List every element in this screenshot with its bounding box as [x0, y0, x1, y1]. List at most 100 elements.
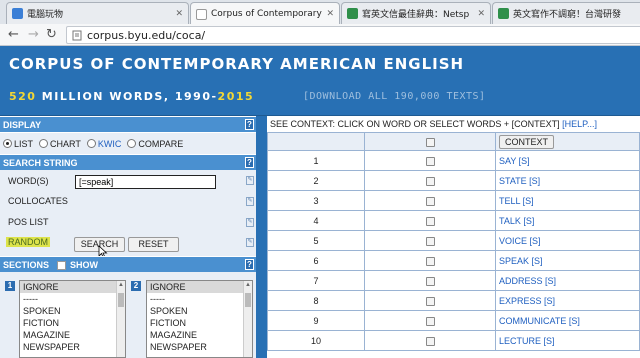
section-list-1[interactable]: IGNORE ----- SPOKEN FICTION MAGAZINE NEW… — [19, 280, 126, 358]
radio-compare[interactable] — [127, 139, 137, 148]
context-instruction-bar: SEE CONTEXT: CLICK ON WORD OR SELECT WOR… — [267, 116, 640, 132]
site-favicon-icon — [347, 8, 358, 19]
sections-heading-label: SECTIONS — [3, 260, 50, 270]
help-icon[interactable]: ? — [245, 119, 254, 130]
page-info-icon[interactable] — [72, 30, 82, 41]
row-checkbox[interactable] — [425, 216, 435, 226]
words-input[interactable]: [=speak] — [75, 175, 216, 189]
row-checkbox[interactable] — [425, 236, 435, 246]
table-row: 7 ADDRESS [S] — [267, 270, 640, 291]
list-item[interactable]: MAGAZINE — [20, 329, 125, 341]
row-word-link[interactable]: SPEAK [S] — [495, 250, 640, 271]
row-word-link[interactable]: LECTURE [S] — [495, 330, 640, 351]
help-icon[interactable]: ? — [245, 157, 254, 168]
row-checkbox[interactable] — [425, 336, 435, 346]
row-checkbox[interactable] — [425, 316, 435, 326]
table-row: 5 VOICE [S] — [267, 230, 640, 251]
edit-icon[interactable]: ✎ — [246, 238, 254, 247]
radio-kwic-label[interactable]: KWIC — [98, 139, 122, 149]
browser-tab-1[interactable]: 電腦玩物 ✕ — [6, 2, 189, 24]
list-item[interactable]: FICTION — [20, 317, 125, 329]
row-word-link[interactable]: ADDRESS [S] — [495, 270, 640, 291]
reload-icon[interactable]: ↻ — [46, 27, 57, 42]
row-word-link[interactable]: STATE [S] — [495, 170, 640, 191]
browser-tab-3[interactable]: 寫英文信最佳辭典：Netsp ✕ — [341, 2, 491, 24]
row-checkbox-cell — [364, 290, 496, 311]
radio-kwic[interactable] — [86, 139, 96, 148]
radio-chart-label[interactable]: CHART — [50, 139, 81, 149]
row-word-link[interactable]: TELL [S] — [495, 190, 640, 211]
scroll-up-icon[interactable]: ▲ — [244, 281, 252, 290]
frame-divider[interactable] — [256, 116, 267, 358]
collocates-label[interactable]: COLLOCATES — [8, 196, 68, 206]
pos-list-label[interactable]: POS LIST — [8, 217, 49, 227]
close-icon[interactable]: ✕ — [477, 9, 485, 19]
row-checkbox[interactable] — [425, 296, 435, 306]
row-checkbox[interactable] — [425, 176, 435, 186]
row-word-link[interactable]: TALK [S] — [495, 210, 640, 231]
list-item[interactable]: NEWSPAPER — [20, 341, 125, 353]
context-button[interactable]: CONTEXT — [499, 134, 555, 149]
list-item[interactable]: ----- — [147, 293, 252, 305]
scroll-thumb[interactable] — [118, 293, 124, 307]
edit-icon[interactable]: ✎ — [246, 197, 254, 206]
section-list-2[interactable]: IGNORE ----- SPOKEN FICTION MAGAZINE NEW… — [146, 280, 253, 358]
list-item[interactable]: SPOKEN — [147, 305, 252, 317]
list-item[interactable]: SPOKEN — [20, 305, 125, 317]
scrollbar[interactable]: ▲ — [243, 281, 252, 357]
help-link[interactable]: [HELP...] — [562, 119, 597, 129]
scroll-thumb[interactable] — [245, 293, 251, 307]
list-item[interactable]: IGNORE — [147, 281, 252, 293]
sections-heading: SECTIONS SHOW ? — [0, 256, 256, 272]
browser-tab-2[interactable]: Corpus of Contemporary ✕ — [190, 2, 340, 25]
words-label: WORD(S) — [8, 176, 49, 186]
forward-arrow-icon[interactable]: → — [28, 27, 39, 42]
site-subtitle: 520 MILLION WORDS, 1990-2015 — [9, 90, 254, 103]
row-word-link[interactable]: VOICE [S] — [495, 230, 640, 251]
subtitle-text: MILLION WORDS, 1990- — [36, 90, 218, 103]
row-checkbox-cell — [364, 230, 496, 251]
site-header: CORPUS OF CONTEMPORARY AMERICAN ENGLISH … — [0, 46, 640, 116]
row-checkbox[interactable] — [425, 196, 435, 206]
tab-label: 英文寫作不調窮！台灣研發 — [513, 10, 622, 20]
list-item[interactable]: IGNORE — [20, 281, 125, 293]
random-link[interactable]: RANDOM — [6, 237, 50, 247]
browser-tab-4[interactable]: 英文寫作不調窮！台灣研發 — [492, 2, 640, 24]
download-link[interactable]: [DOWNLOAD ALL 190,000 TEXTS] — [303, 91, 486, 102]
row-checkbox-cell — [364, 150, 496, 171]
list-item[interactable]: MAGAZINE — [147, 329, 252, 341]
row-number: 8 — [267, 290, 365, 311]
blogger-favicon-icon — [12, 8, 23, 19]
edit-icon[interactable]: ✎ — [246, 176, 254, 185]
reset-button[interactable]: RESET — [128, 237, 179, 252]
row-number: 4 — [267, 210, 365, 231]
radio-chart[interactable] — [39, 139, 49, 148]
address-bar[interactable]: corpus.byu.edu/coca/ — [66, 26, 640, 44]
list-item[interactable]: NEWSPAPER — [147, 341, 252, 353]
row-checkbox[interactable] — [425, 256, 435, 266]
row-checkbox-cell — [364, 210, 496, 231]
row-checkbox[interactable] — [425, 156, 435, 166]
select-all-checkbox[interactable] — [425, 137, 435, 147]
row-word-link[interactable]: SAY [S] — [495, 150, 640, 171]
scroll-up-icon[interactable]: ▲ — [117, 281, 125, 290]
scrollbar[interactable]: ▲ — [116, 281, 125, 357]
list-item[interactable]: FICTION — [147, 317, 252, 329]
list-item[interactable]: ----- — [20, 293, 125, 305]
help-icon[interactable]: ? — [245, 259, 254, 270]
radio-compare-label[interactable]: COMPARE — [138, 139, 183, 149]
close-icon[interactable]: ✕ — [175, 9, 183, 19]
row-word-link[interactable]: COMMUNICATE [S] — [495, 310, 640, 331]
back-arrow-icon[interactable]: ← — [8, 27, 19, 42]
row-word-link[interactable]: EXPRESS [S] — [495, 290, 640, 311]
row-checkbox[interactable] — [425, 276, 435, 286]
close-icon[interactable]: ✕ — [326, 9, 334, 19]
show-sections-checkbox[interactable] — [57, 261, 67, 271]
tab-label: 寫英文信最佳辭典：Netsp — [362, 10, 470, 20]
edit-icon[interactable]: ✎ — [246, 218, 254, 227]
search-string-label: SEARCH STRING — [3, 158, 78, 168]
radio-list[interactable] — [3, 139, 12, 148]
radio-list-label[interactable]: LIST — [14, 139, 33, 149]
browser-toolbar: ← → ↻ corpus.byu.edu/coca/ — [0, 24, 640, 46]
display-heading-label: DISPLAY — [3, 120, 42, 130]
